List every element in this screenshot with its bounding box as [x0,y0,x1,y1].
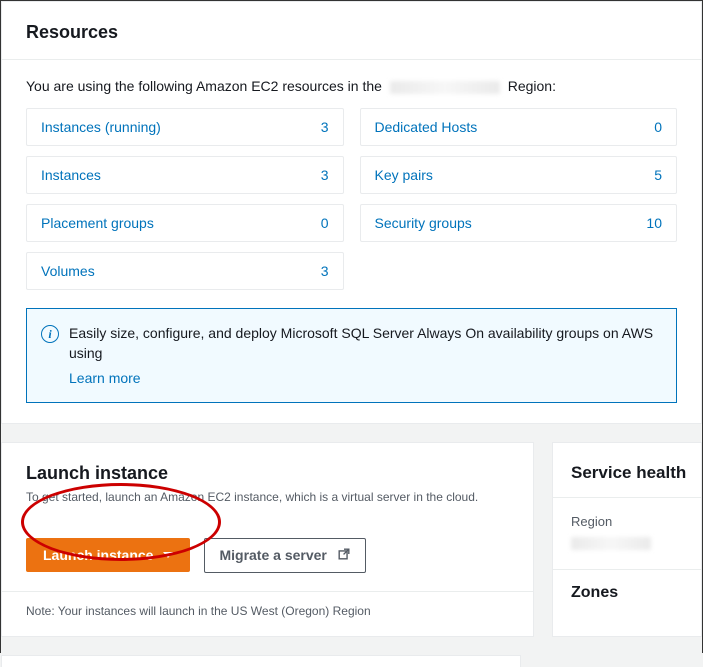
lower-row: Launch instance To get started, launch a… [1,442,702,637]
launch-instance-button-label: Launch instance [43,547,153,563]
info-icon: i [41,325,59,343]
resource-tile-security-groups[interactable]: Security groups 10 [360,204,678,242]
resource-tile-instances-running[interactable]: Instances (running) 3 [26,108,344,146]
resource-tile-key-pairs[interactable]: Key pairs 5 [360,156,678,194]
service-health-panel: Service health Region Zones [552,442,702,637]
region-name-redacted [390,81,500,94]
launch-instance-panel: Launch instance To get started, launch a… [1,442,534,637]
resource-label: Instances (running) [41,119,161,135]
service-health-header: Service health [553,443,701,498]
migrate-server-button[interactable]: Migrate a server [204,538,365,573]
zones-section: Zones [553,569,701,616]
launch-instance-button[interactable]: Launch instance [26,538,190,572]
resource-count: 5 [654,167,662,183]
resources-intro: You are using the following Amazon EC2 r… [26,78,677,94]
resource-count: 3 [321,119,329,135]
resources-body: You are using the following Amazon EC2 r… [2,60,701,423]
service-health-body: Region [553,498,701,569]
resource-label: Placement groups [41,215,154,231]
resources-panel: Resources You are using the following Am… [1,1,702,424]
resource-count: 0 [654,119,662,135]
resource-label: Key pairs [375,167,433,183]
resource-label: Dedicated Hosts [375,119,478,135]
resource-grid: Instances (running) 3 Dedicated Hosts 0 … [26,108,677,290]
migrate-server-button-label: Migrate a server [219,547,326,563]
launch-description: To get started, launch an Amazon EC2 ins… [26,490,509,504]
launch-title: Launch instance [26,463,509,484]
region-label: Region [571,514,683,529]
info-banner-text: Easily size, configure, and deploy Micro… [69,323,660,388]
resource-count: 3 [321,263,329,279]
resource-label: Security groups [375,215,472,231]
resources-header: Resources [2,2,701,60]
zones-title: Zones [571,584,683,602]
resource-tile-instances[interactable]: Instances 3 [26,156,344,194]
resource-count: 10 [646,215,662,231]
panel-stub [1,655,521,667]
chevron-down-icon [163,552,173,558]
resources-title: Resources [26,22,677,43]
launch-note: Note: Your instances will launch in the … [2,591,533,636]
resource-tile-placement-groups[interactable]: Placement groups 0 [26,204,344,242]
resources-intro-prefix: You are using the following Amazon EC2 r… [26,78,382,94]
learn-more-link[interactable]: Learn more [69,368,660,388]
external-link-icon [337,547,351,564]
resource-tile-dedicated-hosts[interactable]: Dedicated Hosts 0 [360,108,678,146]
service-health-title: Service health [571,463,683,483]
region-value-redacted [571,537,651,550]
resource-count: 0 [321,215,329,231]
info-banner: i Easily size, configure, and deploy Mic… [26,308,677,403]
launch-buttons-row: Launch instance Migrate a server [2,514,533,591]
info-banner-message: Easily size, configure, and deploy Micro… [69,325,653,361]
resource-count: 3 [321,167,329,183]
resources-intro-suffix: Region: [508,78,556,94]
resource-label: Volumes [41,263,95,279]
resource-tile-volumes[interactable]: Volumes 3 [26,252,344,290]
launch-header: Launch instance To get started, launch a… [2,443,533,514]
resource-label: Instances [41,167,101,183]
